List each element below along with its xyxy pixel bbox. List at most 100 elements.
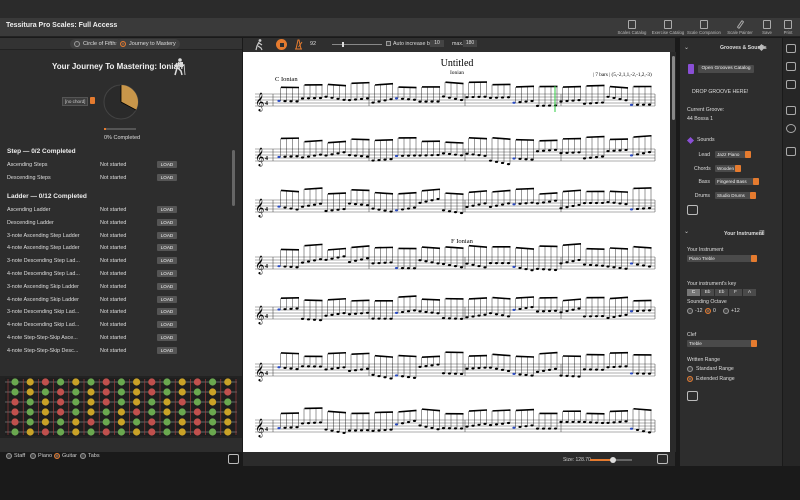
note-head[interactable] <box>283 308 287 311</box>
note-head[interactable] <box>500 262 505 265</box>
note-head[interactable] <box>535 310 540 313</box>
note-head[interactable] <box>300 97 305 100</box>
note-head[interactable] <box>430 261 434 264</box>
note-head[interactable] <box>330 367 334 370</box>
load-button[interactable]: LOAD <box>157 282 177 290</box>
note-head[interactable] <box>277 155 281 159</box>
note-head[interactable] <box>624 203 628 206</box>
fret-note-dot[interactable] <box>11 398 19 406</box>
tab-tabs[interactable]: Tabs <box>80 453 100 459</box>
note-head[interactable] <box>389 377 393 380</box>
note-head[interactable] <box>330 313 334 316</box>
load-button[interactable]: LOAD <box>157 173 177 181</box>
note-head[interactable] <box>553 309 558 312</box>
note-head[interactable] <box>436 312 440 315</box>
note-head[interactable] <box>324 154 328 157</box>
note-head[interactable] <box>283 99 287 103</box>
metronome-icon[interactable] <box>293 39 304 52</box>
note-head[interactable] <box>400 310 405 314</box>
note-head[interactable] <box>447 372 452 375</box>
note-head[interactable] <box>518 266 522 270</box>
sliders-icon[interactable] <box>786 106 796 115</box>
note-head[interactable] <box>295 426 299 429</box>
fret-note-dot[interactable] <box>26 388 34 396</box>
note-head[interactable] <box>300 205 305 208</box>
note-head[interactable] <box>465 262 469 265</box>
note-head[interactable] <box>289 207 293 210</box>
note-head[interactable] <box>324 314 328 317</box>
sound-select[interactable]: Jazz Piano <box>715 151 751 158</box>
note-head[interactable] <box>618 420 622 423</box>
note-head[interactable] <box>647 431 652 434</box>
note-head[interactable] <box>541 268 546 271</box>
note-head[interactable] <box>571 308 575 311</box>
fret-note-dot[interactable] <box>224 408 232 416</box>
drop-groove-zone[interactable]: DROP GROOVE HERE! <box>692 89 748 95</box>
note-head[interactable] <box>324 428 328 431</box>
note-head[interactable] <box>577 307 581 310</box>
note-head[interactable] <box>383 158 387 161</box>
note-head[interactable] <box>512 157 516 160</box>
note-head[interactable] <box>394 266 399 270</box>
note-head[interactable] <box>459 154 464 157</box>
open-grooves-catalog-button[interactable]: Open Grooves Catalog <box>698 65 754 73</box>
note-head[interactable] <box>318 365 323 368</box>
fret-note-dot[interactable] <box>102 428 110 436</box>
note-head[interactable] <box>400 208 405 211</box>
tab-circle-of-fifths[interactable]: Circle of Fifths <box>70 39 123 49</box>
note-head[interactable] <box>524 100 528 103</box>
note-head[interactable] <box>629 372 634 375</box>
note-head[interactable] <box>582 157 587 160</box>
note-head[interactable] <box>624 420 628 423</box>
note-head[interactable] <box>430 100 434 103</box>
note-head[interactable] <box>459 317 464 320</box>
note-head[interactable] <box>371 373 375 376</box>
note-head[interactable] <box>359 429 364 432</box>
note-head[interactable] <box>635 207 640 211</box>
camera-icon[interactable] <box>786 147 796 156</box>
note-head[interactable] <box>600 314 605 318</box>
fret-note-dot[interactable] <box>11 418 19 426</box>
key-option[interactable]: Eb <box>715 289 728 296</box>
note-head[interactable] <box>594 315 599 318</box>
note-head[interactable] <box>295 266 299 269</box>
note-head[interactable] <box>600 264 605 267</box>
note-head[interactable] <box>629 427 634 430</box>
fret-note-dot[interactable] <box>178 418 186 426</box>
stop-button[interactable] <box>276 39 287 50</box>
collapse-instrument-icon[interactable]: ⌄ <box>684 228 689 235</box>
chord-stepper[interactable] <box>90 97 95 104</box>
note-head[interactable] <box>577 258 581 262</box>
fret-note-dot[interactable] <box>87 418 95 426</box>
camera-icon[interactable] <box>687 205 698 215</box>
note-head[interactable] <box>418 365 422 368</box>
note-head[interactable] <box>424 310 428 314</box>
note-head[interactable] <box>571 375 575 378</box>
note-head[interactable] <box>312 154 317 157</box>
panel-layout-icon[interactable] <box>786 44 796 53</box>
scales-catalog-button[interactable]: Scales Catalog <box>614 19 650 36</box>
note-head[interactable] <box>330 429 334 432</box>
fret-note-dot[interactable] <box>117 388 125 396</box>
fret-note-dot[interactable] <box>193 418 201 426</box>
note-head[interactable] <box>494 204 499 207</box>
fret-note-dot[interactable] <box>163 378 171 386</box>
load-button[interactable]: LOAD <box>157 270 177 277</box>
note-head[interactable] <box>342 366 346 369</box>
note-head[interactable] <box>342 207 346 211</box>
note-head[interactable] <box>530 306 534 309</box>
note-head[interactable] <box>518 101 522 104</box>
note-head[interactable] <box>295 368 299 371</box>
note-head[interactable] <box>371 207 375 210</box>
note-head[interactable] <box>447 427 452 430</box>
note-head[interactable] <box>624 267 628 270</box>
note-head[interactable] <box>577 420 581 423</box>
note-head[interactable] <box>336 97 340 100</box>
note-head[interactable] <box>342 312 346 315</box>
note-head[interactable] <box>412 419 417 422</box>
note-head[interactable] <box>453 265 458 268</box>
note-head[interactable] <box>300 261 305 264</box>
print-button[interactable]: Print <box>776 19 800 36</box>
note-head[interactable] <box>347 260 352 264</box>
note-head[interactable] <box>465 205 469 209</box>
